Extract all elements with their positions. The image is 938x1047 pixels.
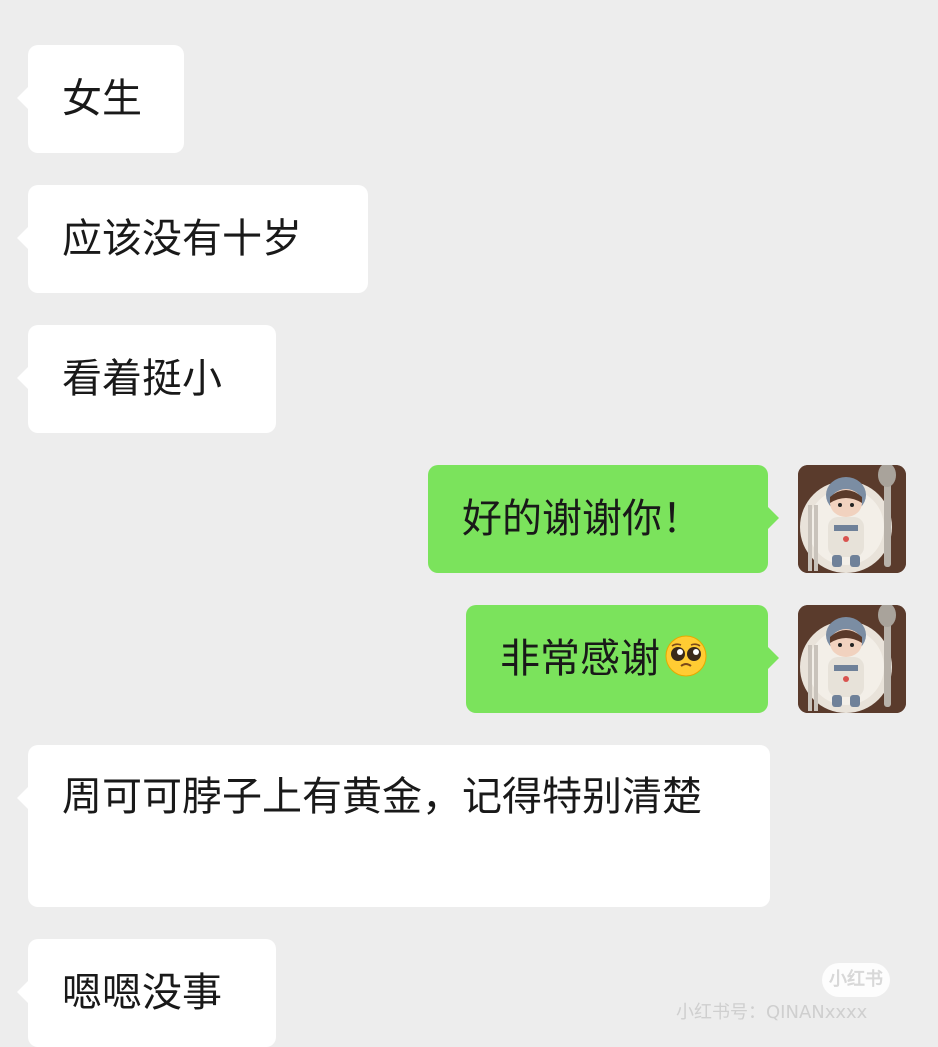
message-text: 非常感谢 [500, 631, 734, 687]
message-text-content: 非常感谢 [500, 636, 660, 682]
watermark-text: 小红书号：QINANxxxx [676, 1002, 868, 1023]
watermark-logo: 小红书 [822, 963, 890, 997]
avatar[interactable] [798, 465, 906, 573]
message-text: 好的谢谢你！ [462, 496, 702, 542]
avatar-doll-on-plate-icon [798, 465, 906, 573]
message-bubble-incoming[interactable]: 看着挺小 [17, 325, 276, 433]
message-text: 周可可脖子上有黄金，记得特别清楚 [62, 774, 702, 820]
message-bubble-outgoing[interactable]: 好的谢谢你！ [428, 465, 779, 573]
avatar-doll-on-plate-icon [798, 605, 906, 713]
message-bubble-outgoing[interactable]: 非常感谢 [466, 605, 779, 713]
message-bubble-incoming[interactable]: 嗯嗯没事 [17, 939, 276, 1047]
message-text: 女生 [62, 76, 142, 122]
message-text: 看着挺小 [62, 356, 222, 402]
message-bubble-incoming[interactable]: 周可可脖子上有黄金，记得特别清楚 [17, 745, 770, 907]
avatar[interactable] [798, 605, 906, 713]
message-bubble-incoming[interactable]: 女生 [17, 45, 184, 153]
message-text: 应该没有十岁 [62, 216, 302, 262]
message-bubble-incoming[interactable]: 应该没有十岁 [17, 185, 368, 293]
pleading-face-emoji [665, 635, 707, 677]
chat-conversation: 女生 应该没有十岁 看着挺小 好的谢谢你！ 非常感谢 周可可脖子上有黄金，记得特… [0, 0, 938, 1047]
